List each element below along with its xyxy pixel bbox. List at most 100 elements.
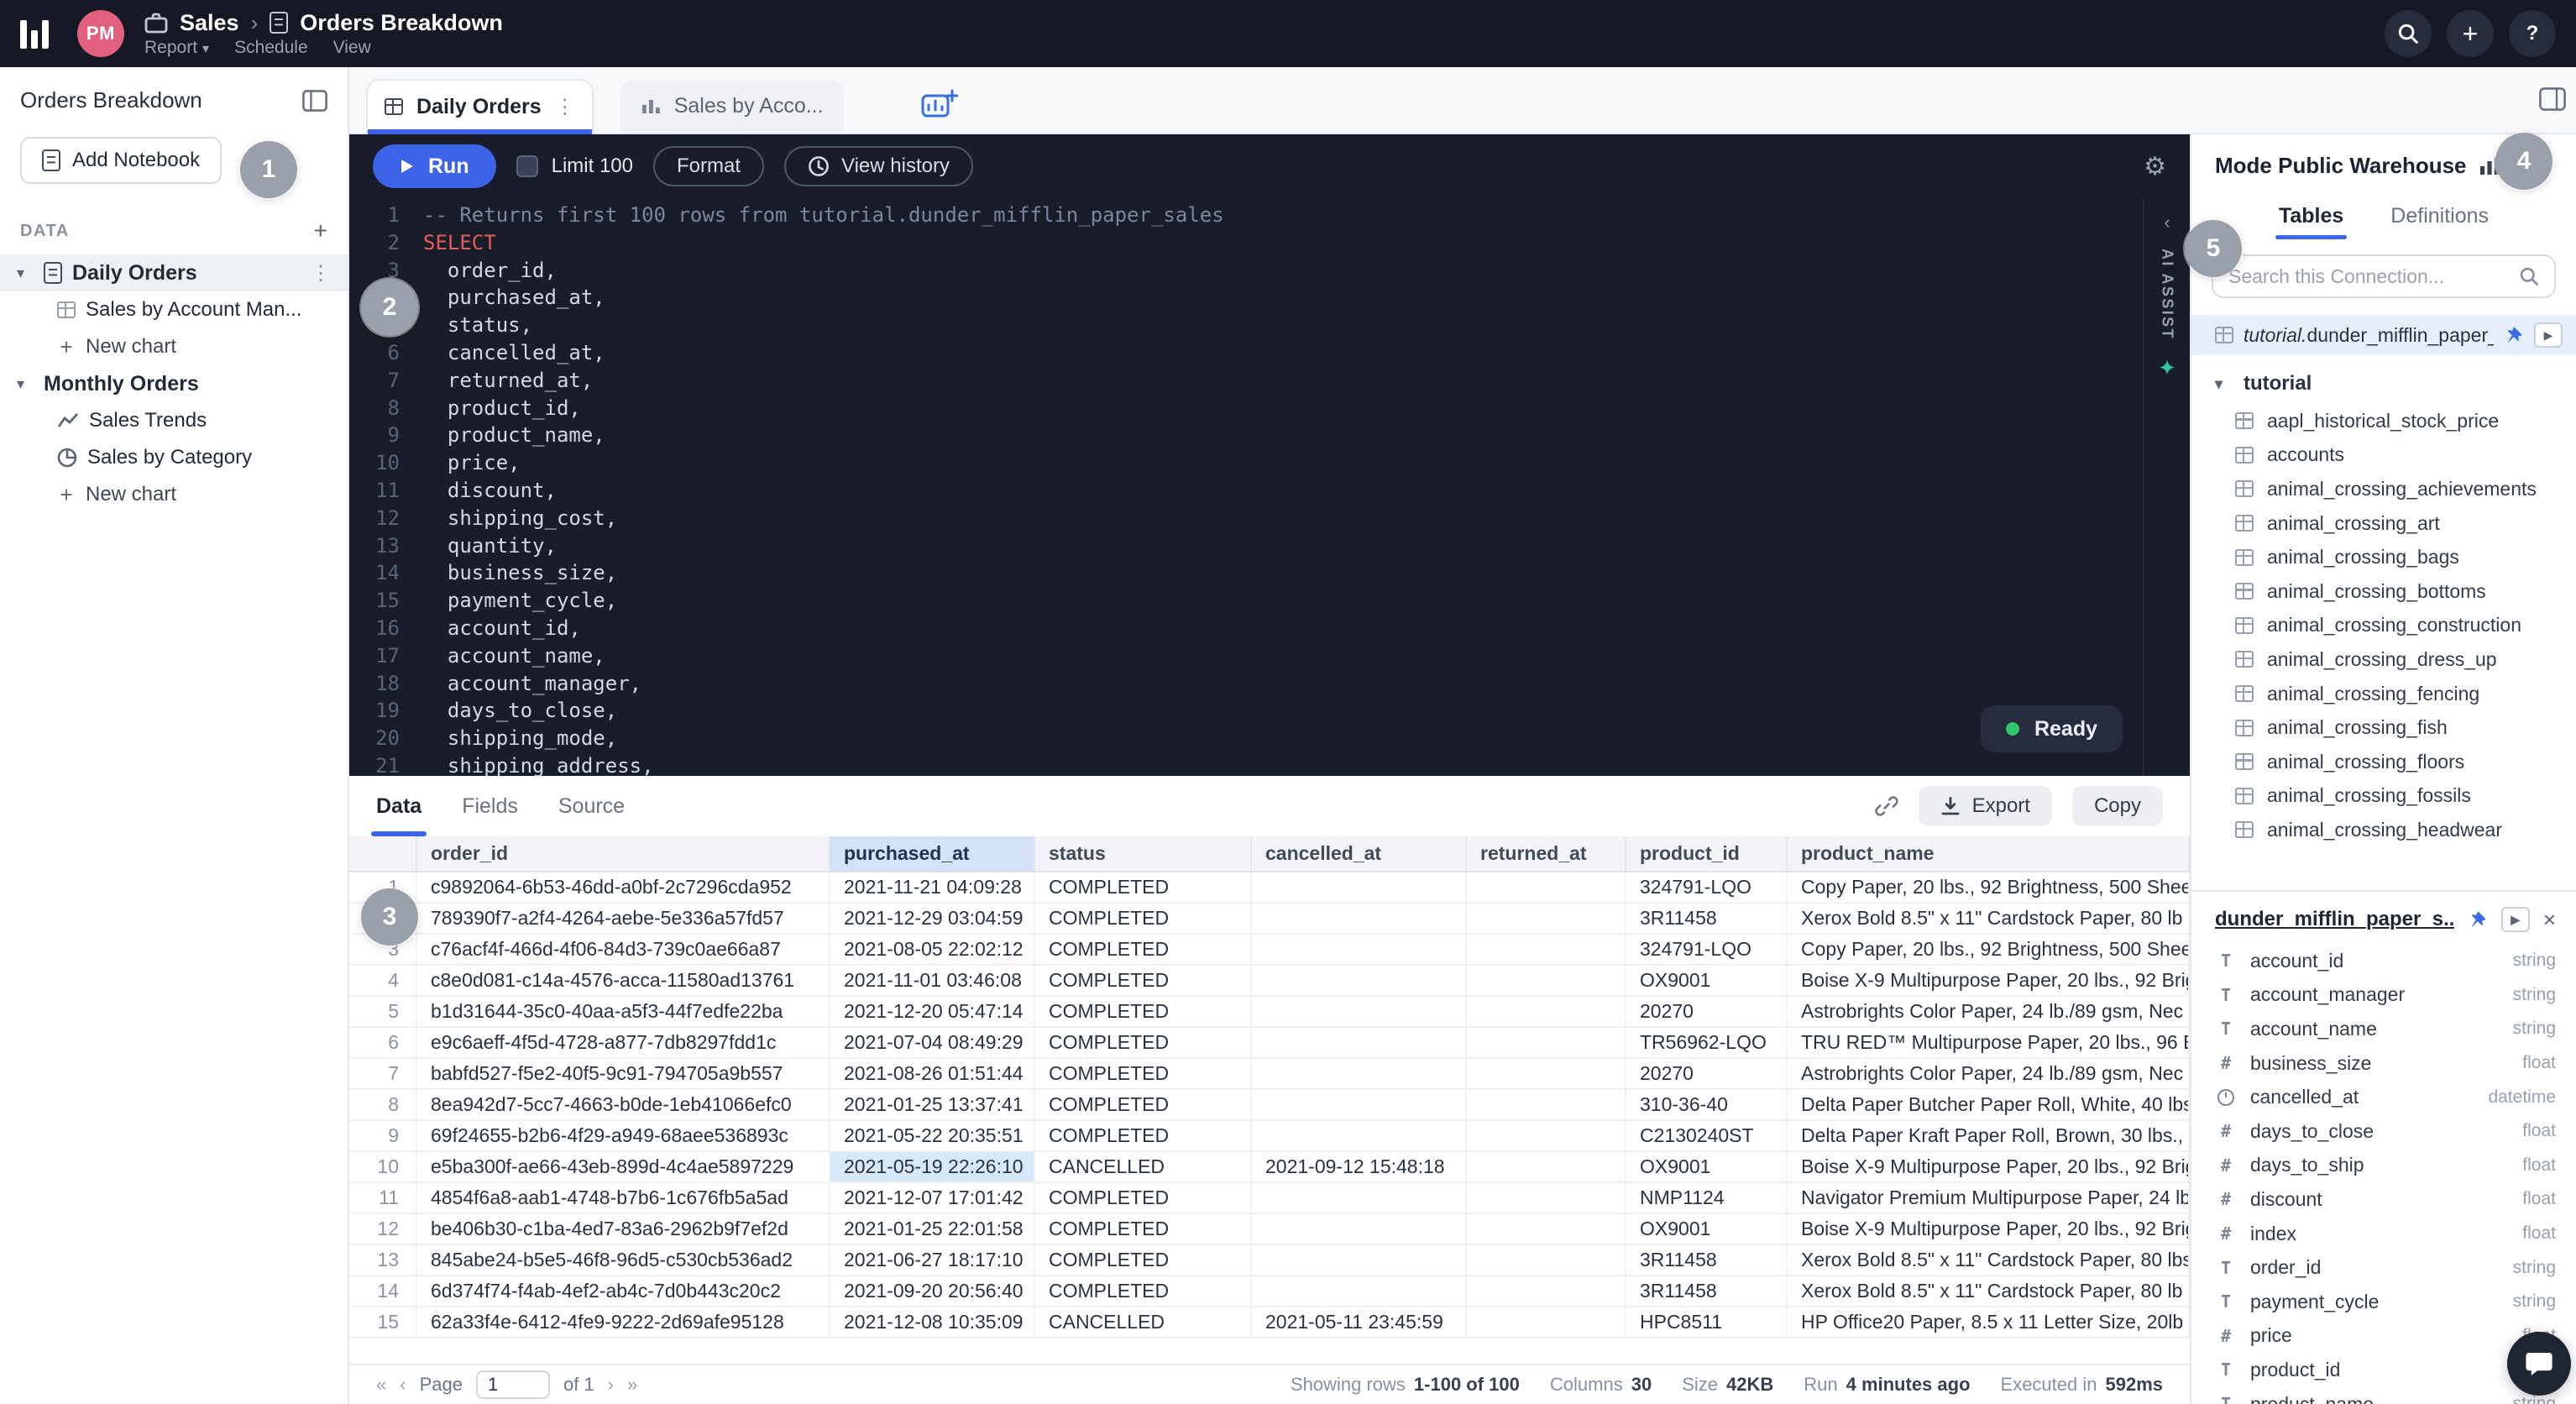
field-row[interactable]: product_name string — [2191, 1387, 2576, 1404]
table-row[interactable]: 7 babfd527-f5e2-40f5-9c91-794705a9b557 2… — [349, 1058, 2189, 1089]
cell-cancelled-at[interactable] — [1251, 1120, 1466, 1151]
cell-product-id[interactable]: OX9001 — [1626, 1151, 1787, 1182]
cell-returned-at[interactable] — [1466, 1182, 1626, 1213]
cell-cancelled-at[interactable] — [1251, 1244, 1466, 1276]
cell-status[interactable]: COMPLETED — [1034, 1027, 1251, 1058]
sidebar-item-monthly-orders[interactable]: ▾ Monthly Orders — [0, 365, 348, 402]
kebab-menu-icon[interactable]: ⋮ — [555, 95, 575, 119]
menu-report[interactable]: Report▾ — [144, 38, 209, 58]
connection-search[interactable] — [2212, 254, 2556, 298]
code-line[interactable]: 7 returned_at, — [349, 367, 2143, 395]
code-line[interactable]: 12 shipping_cost, — [349, 505, 2143, 532]
search-input[interactable] — [2228, 265, 2509, 288]
cell-status[interactable]: COMPLETED — [1034, 1276, 1251, 1307]
code-line[interactable]: 9 product_name, — [349, 422, 2143, 449]
column-header-cancelled-at[interactable]: cancelled_at — [1251, 836, 1466, 872]
cell-product-id[interactable]: 3R11458 — [1626, 1244, 1787, 1276]
table-row[interactable]: 3 c76acf4f-466d-4f06-84d3-739c0ae66a87 2… — [349, 934, 2189, 965]
close-schema-panel-button[interactable]: × — [2543, 909, 2556, 930]
export-button[interactable]: Export — [1919, 786, 2052, 826]
collapse-right-panel-button[interactable] — [2539, 87, 2566, 117]
cell-purchased-at[interactable]: 2021-11-21 04:09:28 — [830, 872, 1034, 903]
column-header-order-id[interactable]: order_id — [416, 836, 830, 872]
cell-returned-at[interactable] — [1466, 1276, 1626, 1307]
cell-returned-at[interactable] — [1466, 872, 1626, 903]
tab-data[interactable]: Data — [376, 776, 421, 836]
cell-returned-at[interactable] — [1466, 934, 1626, 965]
cell-order-id[interactable]: be406b30-c1ba-4ed7-83a6-2962b9f7ef2d — [416, 1213, 830, 1244]
field-row[interactable]: discount float — [2191, 1182, 2576, 1217]
cell-returned-at[interactable] — [1466, 1244, 1626, 1276]
cell-returned-at[interactable] — [1466, 1089, 1626, 1120]
cell-product-name[interactable]: TRU RED™ Multipurpose Paper, 20 lbs., 96… — [1787, 1027, 2189, 1058]
code-line[interactable]: 19 days_to_close, — [349, 697, 2143, 725]
cell-status[interactable]: COMPLETED — [1034, 903, 1251, 934]
cell-product-name[interactable]: Copy Paper, 20 lbs., 92 Brightness, 500 … — [1787, 872, 2189, 903]
cell-purchased-at[interactable]: 2021-12-20 05:47:14 — [830, 996, 1034, 1027]
cell-order-id[interactable]: 845abe24-b5e5-46f8-96d5-c530cb536ad2 — [416, 1244, 830, 1276]
table-row[interactable]: 4 c8e0d081-c14a-4576-acca-11580ad13761 2… — [349, 965, 2189, 996]
code-line[interactable]: 4 purchased_at, — [349, 284, 2143, 312]
sparkle-icon[interactable]: ✦ — [2158, 355, 2176, 381]
cell-order-id[interactable]: e9c6aeff-4f5d-4728-a877-7db8297fdd1c — [416, 1027, 830, 1058]
code-line[interactable]: 17 account_name, — [349, 642, 2143, 670]
cell-returned-at[interactable] — [1466, 1058, 1626, 1089]
field-row[interactable]: account_id string — [2191, 944, 2576, 978]
code-line[interactable]: 13 quantity, — [349, 532, 2143, 560]
create-new-button[interactable]: + — [2447, 10, 2494, 57]
column-header-returned-at[interactable]: returned_at — [1466, 836, 1626, 872]
cell-status[interactable]: COMPLETED — [1034, 1244, 1251, 1276]
cell-status[interactable]: COMPLETED — [1034, 1058, 1251, 1089]
table-row[interactable]: 2 789390f7-a2f4-4264-aebe-5e336a57fd57 2… — [349, 903, 2189, 934]
code-line[interactable]: 5 status, — [349, 312, 2143, 339]
code-line[interactable]: 10 price, — [349, 449, 2143, 477]
code-line[interactable]: 1 -- Returns first 100 rows from tutoria… — [349, 202, 2143, 229]
cell-product-name[interactable]: Navigator Premium Multipurpose Paper, 24… — [1787, 1182, 2189, 1213]
cell-status[interactable]: CANCELLED — [1034, 1151, 1251, 1182]
table-list-item[interactable]: animal_crossing_bottoms — [2191, 574, 2576, 609]
cell-product-name[interactable]: Astrobrights Color Paper, 24 lb./89 gsm,… — [1787, 1058, 2189, 1089]
menu-view[interactable]: View — [333, 38, 371, 58]
chat-launcher-button[interactable] — [2507, 1332, 2571, 1396]
cell-product-id[interactable]: OX9001 — [1626, 965, 1787, 996]
schema-table-link[interactable]: dunder_mifflin_paper_s... — [2215, 908, 2454, 931]
code-line[interactable]: 6 cancelled_at, — [349, 339, 2143, 367]
cell-status[interactable]: COMPLETED — [1034, 1182, 1251, 1213]
cell-product-id[interactable]: 20270 — [1626, 996, 1787, 1027]
cell-status[interactable]: COMPLETED — [1034, 996, 1251, 1027]
table-list-item[interactable]: animal_crossing_bags — [2191, 540, 2576, 574]
copy-button[interactable]: Copy — [2072, 786, 2163, 826]
code-line[interactable]: 21 shipping_address, — [349, 752, 2143, 776]
cell-cancelled-at[interactable] — [1251, 996, 1466, 1027]
cell-status[interactable]: COMPLETED — [1034, 1213, 1251, 1244]
code-line[interactable]: 16 account_id, — [349, 615, 2143, 642]
field-row[interactable]: days_to_ship float — [2191, 1149, 2576, 1183]
cell-purchased-at[interactable]: 2021-08-26 01:51:44 — [830, 1058, 1034, 1089]
table-row[interactable]: 6 e9c6aeff-4f5d-4728-a877-7db8297fdd1c 2… — [349, 1027, 2189, 1058]
cell-product-id[interactable]: OX9001 — [1626, 1213, 1787, 1244]
cell-product-name[interactable]: Astrobrights Color Paper, 24 lb./89 gsm,… — [1787, 996, 2189, 1027]
pin-icon[interactable] — [2504, 325, 2524, 345]
field-row[interactable]: index float — [2191, 1217, 2576, 1251]
first-page-button[interactable]: « — [376, 1374, 386, 1396]
table-list-item[interactable]: animal_crossing_fencing — [2191, 677, 2576, 711]
code-line[interactable]: 18 account_manager, — [349, 670, 2143, 698]
table-row[interactable]: 5 b1d31644-35c0-40aa-a5f3-44f7edfe22ba 2… — [349, 996, 2189, 1027]
table-list-item[interactable]: aapl_historical_stock_price — [2191, 404, 2576, 438]
help-button[interactable]: ? — [2509, 10, 2556, 57]
field-row[interactable]: business_size float — [2191, 1046, 2576, 1081]
table-row[interactable]: 10 e5ba300f-ae66-43eb-899d-4c4ae5897229 … — [349, 1151, 2189, 1182]
cell-product-name[interactable]: HP Office20 Paper, 8.5 x 11 Letter Size,… — [1787, 1307, 2189, 1338]
field-row[interactable]: payment_cycle string — [2191, 1285, 2576, 1319]
tab-source[interactable]: Source — [558, 776, 625, 836]
cell-purchased-at[interactable]: 2021-11-01 03:46:08 — [830, 965, 1034, 996]
code-line[interactable]: 8 product_id, — [349, 395, 2143, 422]
limit-checkbox[interactable] — [516, 155, 538, 177]
cell-cancelled-at[interactable]: 2021-05-11 23:45:59 — [1251, 1307, 1466, 1338]
sidebar-item-sales-by-category[interactable]: Sales by Category — [0, 439, 348, 476]
code-line[interactable]: 14 business_size, — [349, 559, 2143, 587]
cell-returned-at[interactable] — [1466, 965, 1626, 996]
tab-definitions[interactable]: Definitions — [2390, 187, 2489, 244]
table-list-item[interactable]: animal_crossing_fish — [2191, 710, 2576, 745]
ai-assist-label[interactable]: AI ASSIST — [2159, 249, 2176, 340]
